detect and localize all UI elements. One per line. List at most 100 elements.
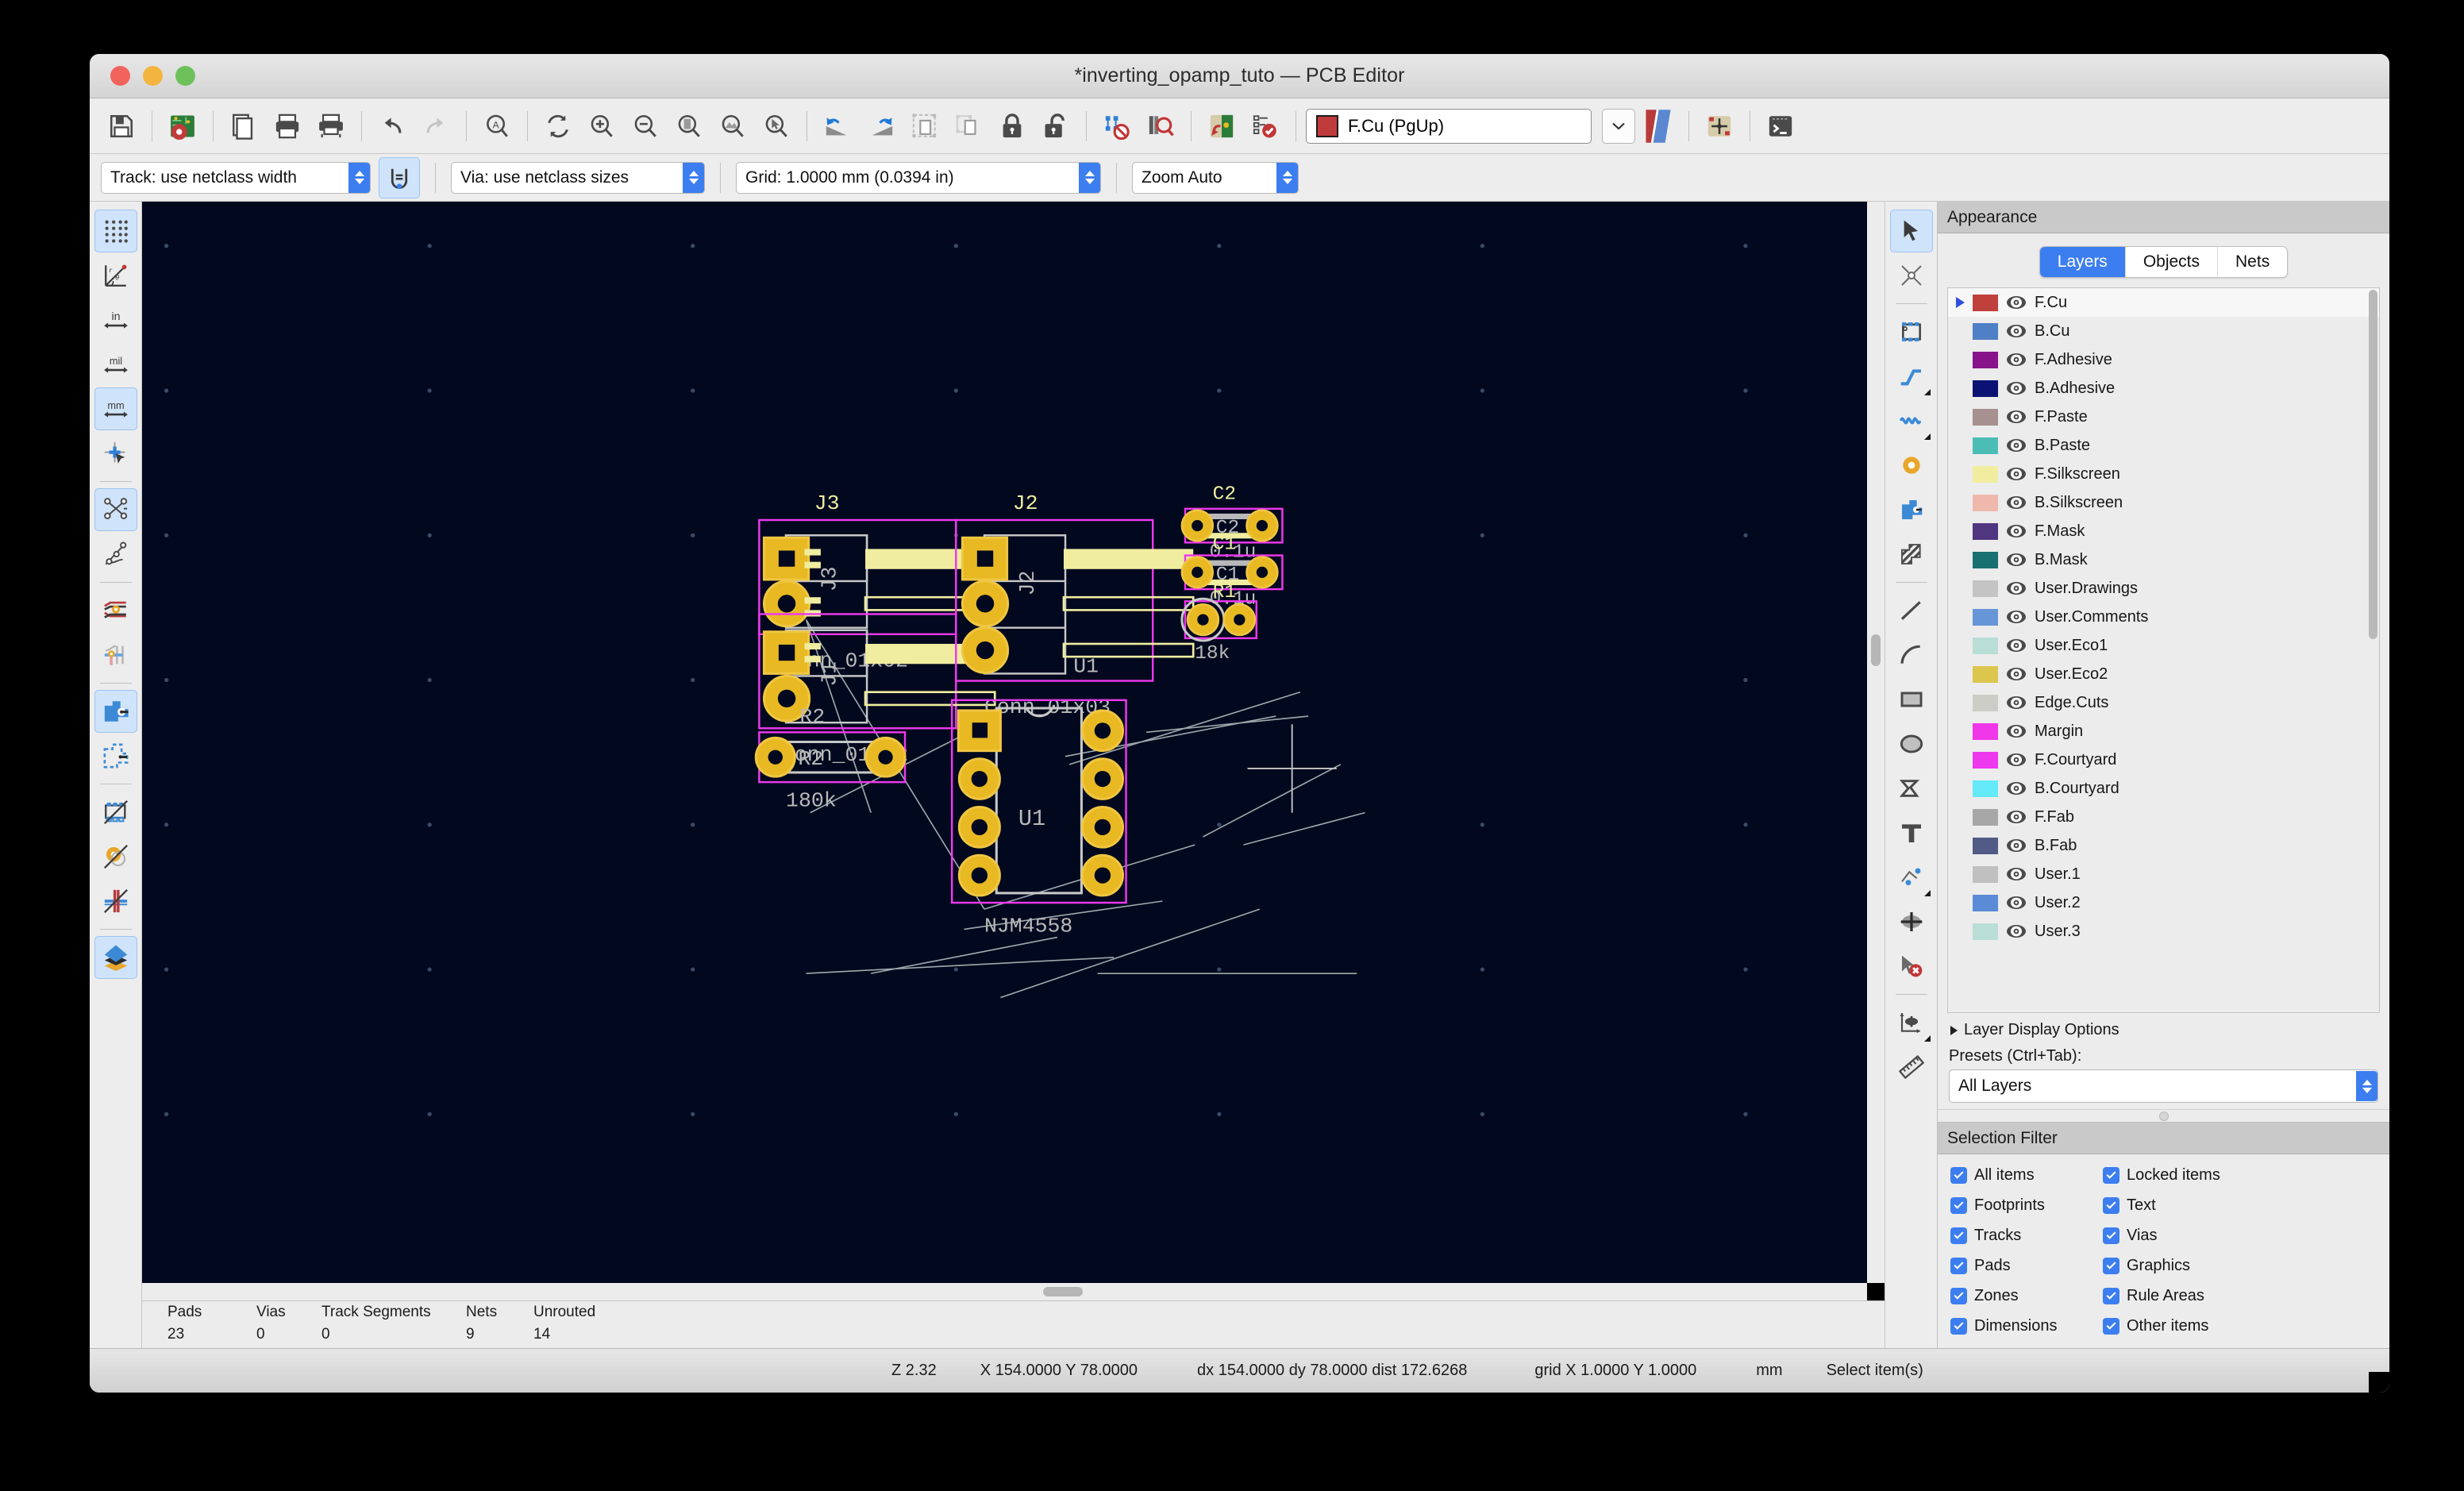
ratsnest-icon[interactable]: [94, 488, 137, 531]
drc-icon[interactable]: [1245, 106, 1286, 147]
layer-visibility-icon[interactable]: [2006, 353, 2027, 367]
plot-icon[interactable]: [310, 106, 352, 147]
layer-visibility-icon[interactable]: [2006, 695, 2027, 710]
zoom-fit-objects-icon[interactable]: [712, 106, 753, 147]
grid-stepper[interactable]: [1079, 162, 1100, 193]
zoom-stepper[interactable]: [1276, 162, 1298, 193]
highlight-net-icon[interactable]: [1890, 254, 1933, 297]
filter-checkbox-rule-areas[interactable]: Rule Areas: [2103, 1281, 2389, 1310]
layer-row[interactable]: F.Cu: [1948, 288, 2379, 317]
layer-color-swatch[interactable]: [1973, 408, 1998, 426]
layer-row[interactable]: User.Drawings: [1948, 574, 2379, 603]
layer-visibility-icon[interactable]: [2006, 896, 2027, 910]
filter-checkbox-footprints[interactable]: Footprints: [1950, 1191, 2103, 1219]
checkbox-icon[interactable]: [1950, 1196, 1967, 1214]
full-cursor-icon[interactable]: [94, 432, 137, 475]
layer-row[interactable]: B.Silkscreen: [1948, 488, 2379, 517]
tab-objects[interactable]: Objects: [2126, 247, 2219, 277]
layer-row[interactable]: F.Silkscreen: [1948, 460, 2379, 488]
layer-dropdown-button[interactable]: [1602, 108, 1635, 144]
layer-color-swatch[interactable]: [1973, 722, 1998, 740]
layer-visibility-icon[interactable]: [2006, 324, 2027, 338]
group-icon[interactable]: [904, 106, 945, 147]
units-mm-icon[interactable]: mm: [94, 387, 137, 430]
layer-color-swatch[interactable]: [1973, 494, 1998, 511]
layer-list[interactable]: F.Cu B.Cu F.Adhesive B.Adhesive F.Paste B.Pas…: [1947, 287, 2380, 1013]
update-pcb-icon[interactable]: [1201, 106, 1242, 147]
filter-checkbox-other-items[interactable]: Other items: [2103, 1312, 2389, 1340]
curved-ratsnest-icon[interactable]: [94, 533, 137, 576]
layer-row[interactable]: F.Courtyard: [1948, 746, 2379, 774]
via-size-stepper[interactable]: [683, 162, 704, 193]
units-inches-icon[interactable]: in: [94, 299, 137, 341]
layer-row[interactable]: Edge.Cuts: [1948, 688, 2379, 717]
track-width-stepper[interactable]: [348, 162, 370, 193]
grid-select[interactable]: Grid: 1.0000 mm (0.0394 in): [736, 161, 1101, 194]
page-settings-icon[interactable]: [223, 106, 264, 147]
layer-row[interactable]: User.1: [1948, 860, 2379, 888]
delete-icon[interactable]: [1890, 945, 1933, 988]
zoom-fit-page-icon[interactable]: [668, 106, 710, 147]
track-sketch-icon[interactable]: [94, 880, 137, 923]
presets-stepper[interactable]: [2356, 1071, 2377, 1101]
save-icon[interactable]: [101, 106, 142, 147]
layer-visibility-icon[interactable]: [2006, 581, 2027, 595]
layer-visibility-icon[interactable]: [2006, 838, 2027, 853]
layer-row[interactable]: User.3: [1948, 917, 2379, 946]
layer-visibility-icon[interactable]: [2006, 667, 2027, 681]
layer-color-swatch[interactable]: [1973, 322, 1998, 340]
text-icon[interactable]: [1890, 811, 1933, 854]
polar-coordinates-icon[interactable]: rθ: [94, 254, 137, 297]
layer-row[interactable]: User.Eco1: [1948, 631, 2379, 660]
checkbox-icon[interactable]: [2103, 1287, 2119, 1304]
layer-row[interactable]: F.Fab: [1948, 803, 2379, 831]
checkbox-icon[interactable]: [2103, 1317, 2119, 1335]
measure-icon[interactable]: [1890, 1046, 1933, 1088]
checkbox-icon[interactable]: [2103, 1166, 2119, 1184]
ratsnest-layer-icon[interactable]: [94, 634, 137, 676]
layer-color-swatch[interactable]: [1973, 923, 1998, 940]
layer-row[interactable]: F.Mask: [1948, 517, 2379, 545]
rotate-cw-icon[interactable]: [860, 106, 902, 147]
layer-row[interactable]: User.2: [1948, 888, 2379, 917]
panel-resize-handle[interactable]: [1938, 1109, 2389, 1122]
layer-color-swatch[interactable]: [1973, 865, 1998, 883]
zoom-selection-icon[interactable]: [756, 106, 797, 147]
board-setup-icon[interactable]: [162, 106, 203, 147]
polygon-icon[interactable]: [1890, 767, 1933, 810]
zone-outline-icon[interactable]: [94, 734, 137, 777]
canvas-vertical-scrollbar[interactable]: [1867, 202, 1885, 1283]
horizontal-scroll-thumb[interactable]: [1043, 1287, 1083, 1296]
layer-color-swatch[interactable]: [1973, 351, 1998, 368]
via-sketch-icon[interactable]: [94, 835, 137, 878]
layer-color-swatch[interactable]: [1973, 665, 1998, 683]
checkbox-icon[interactable]: [1950, 1287, 1967, 1304]
layer-color-swatch[interactable]: [1973, 551, 1998, 568]
filter-checkbox-tracks[interactable]: Tracks: [1950, 1221, 2103, 1250]
zoom-in-icon[interactable]: [581, 106, 622, 147]
footprint-checker-icon[interactable]: [1140, 106, 1181, 147]
layer-row[interactable]: F.Paste: [1948, 403, 2379, 431]
layer-visibility-icon[interactable]: [2006, 295, 2027, 310]
unlock-icon[interactable]: [1035, 106, 1076, 147]
layer-visibility-icon[interactable]: [2006, 781, 2027, 796]
layer-color-swatch[interactable]: [1973, 580, 1998, 597]
checkbox-icon[interactable]: [2103, 1196, 2119, 1214]
layer-color-swatch[interactable]: [1973, 608, 1998, 626]
dimension-icon[interactable]: [1890, 856, 1933, 899]
layer-row[interactable]: User.Eco2: [1948, 660, 2379, 688]
grid-origin-icon[interactable]: [1890, 1001, 1933, 1044]
layer-visibility-icon[interactable]: [2006, 867, 2027, 881]
filter-checkbox-dimensions[interactable]: Dimensions: [1950, 1312, 2103, 1340]
filter-checkbox-zones[interactable]: Zones: [1950, 1281, 2103, 1310]
filter-checkbox-graphics[interactable]: Graphics: [2103, 1251, 2389, 1280]
active-layer-selector[interactable]: F.Cu (PgUp): [1306, 108, 1592, 144]
layer-row[interactable]: F.Adhesive: [1948, 345, 2379, 374]
filter-checkbox-pads[interactable]: Pads: [1950, 1251, 2103, 1280]
units-mils-icon[interactable]: mil: [94, 343, 137, 386]
layer-visibility-icon[interactable]: [2006, 753, 2027, 767]
circle-icon[interactable]: [1890, 722, 1933, 765]
layer-row[interactable]: B.Mask: [1948, 545, 2379, 574]
zoom-out-icon[interactable]: [625, 106, 666, 147]
canvas-horizontal-scrollbar[interactable]: [142, 1283, 1885, 1300]
